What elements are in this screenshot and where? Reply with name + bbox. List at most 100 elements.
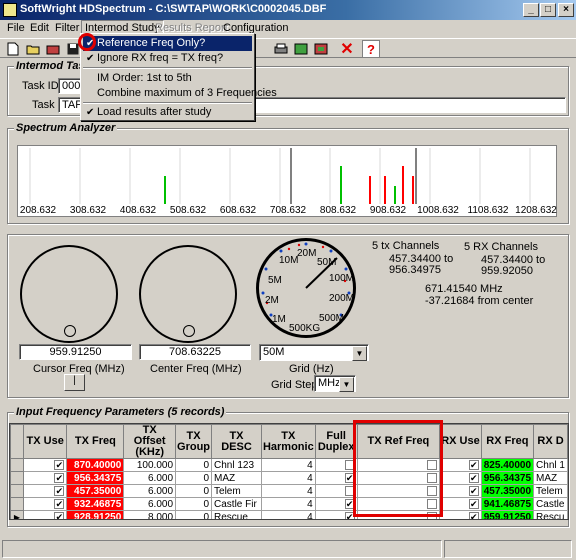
print-icon[interactable] xyxy=(272,40,290,58)
rx-use-checkbox[interactable]: ✔ xyxy=(468,511,479,519)
tx-freq-cell[interactable]: 956.34375 xyxy=(66,471,125,485)
rx-desc-cell[interactable]: Castle xyxy=(533,497,568,511)
rx-freq-cell[interactable]: 956.34375 xyxy=(480,471,535,485)
col-header[interactable]: RX Use xyxy=(439,424,482,459)
col-header[interactable]: TX Use xyxy=(22,424,68,459)
tx-freq-cell[interactable]: 932.46875 xyxy=(66,497,125,511)
tx-group-cell[interactable]: 0 xyxy=(175,458,213,472)
tx-group-cell[interactable]: 0 xyxy=(175,497,213,511)
cursor-freq-field[interactable]: 959.91250 xyxy=(19,344,132,360)
row-header[interactable] xyxy=(10,471,24,485)
minimize-button[interactable]: _ xyxy=(523,3,539,17)
rx-freq-cell[interactable]: 959.91250 xyxy=(480,510,535,519)
tx-use-checkbox[interactable]: ✔ xyxy=(54,511,65,519)
tx-desc-cell[interactable]: MAZ xyxy=(211,471,262,485)
rx-freq-cell[interactable]: 457.35000 xyxy=(480,484,535,498)
close-button[interactable]: × xyxy=(558,3,574,17)
help-icon[interactable]: ? xyxy=(362,40,380,58)
col-header[interactable]: TX DESC xyxy=(211,424,262,459)
tx-desc-cell[interactable]: Telem xyxy=(211,484,262,498)
menu-filter[interactable]: Filter xyxy=(55,22,79,34)
menu-file[interactable]: File xyxy=(7,22,25,34)
rx-use-checkbox[interactable]: ✔ xyxy=(468,485,479,496)
input-params-title: Input Frequency Parameters (5 records) xyxy=(14,406,227,418)
rx-desc-cell[interactable]: MAZ xyxy=(533,471,568,485)
tx-offset-cell[interactable]: 6.000 xyxy=(123,484,177,498)
center-button[interactable]: | xyxy=(64,374,85,391)
rx-freq-cell[interactable]: 825.40000 xyxy=(480,458,535,472)
col-header[interactable]: TX Group xyxy=(175,424,213,459)
col-header[interactable]: TX Offset (KHz) xyxy=(123,424,177,459)
tick-label: 408.632 xyxy=(119,205,157,216)
rx-desc-cell[interactable]: Rescu xyxy=(533,510,568,519)
menu-edit[interactable]: Edit xyxy=(30,22,49,34)
col-header[interactable]: TX Harmonic xyxy=(260,424,316,459)
new-icon[interactable] xyxy=(4,40,22,58)
current-row-icon[interactable]: ▶ xyxy=(10,510,24,519)
cursor-freq-dial[interactable] xyxy=(20,245,118,343)
chevron-down-icon[interactable]: ▼ xyxy=(352,346,367,361)
delete-icon[interactable]: ✕ xyxy=(338,40,356,58)
chevron-down-icon[interactable]: ▼ xyxy=(339,377,354,392)
rx-use-checkbox[interactable]: ✔ xyxy=(468,459,479,470)
col-header[interactable]: TX Freq xyxy=(66,424,125,459)
menu-item-ignore-rx[interactable]: ✔ Ignore RX freq = TX freq? xyxy=(83,51,252,66)
center-freq-label: Center Freq (MHz) xyxy=(150,363,242,375)
tx-freq-cell[interactable]: 457.35000 xyxy=(66,484,125,498)
highlight-circle xyxy=(78,33,96,51)
tx-use-checkbox[interactable]: ✔ xyxy=(54,485,65,496)
table-row[interactable]: ✔ 956.34375 6.000 0 MAZ 4 ✔ ✔ 956.34375 … xyxy=(10,471,568,485)
row-header[interactable] xyxy=(10,484,24,498)
tx-harmonic-cell[interactable]: 4 xyxy=(260,471,316,485)
tx-offset-cell[interactable]: 8.000 xyxy=(123,510,177,519)
menu-item-reference-freq-only[interactable]: ✔ Reference Freq Only? xyxy=(83,36,252,51)
row-header[interactable] xyxy=(10,458,24,472)
tx-freq-cell[interactable]: 870.40000 xyxy=(66,458,125,472)
rx-use-checkbox[interactable]: ✔ xyxy=(468,498,479,509)
tx-harmonic-cell[interactable]: 4 xyxy=(260,510,316,519)
tx-offset-cell[interactable]: 100.000 xyxy=(123,458,177,472)
menu-separator xyxy=(83,67,252,69)
rx-desc-cell[interactable]: Chnl 1 xyxy=(533,458,568,472)
rx-use-checkbox[interactable]: ✔ xyxy=(468,472,479,483)
export-icon[interactable] xyxy=(312,40,330,58)
rx-desc-cell[interactable]: Telem xyxy=(533,484,568,498)
tx-offset-cell[interactable]: 6.000 xyxy=(123,471,177,485)
tx-desc-cell[interactable]: Chnl 123 xyxy=(211,458,262,472)
table-row[interactable]: ✔ 932.46875 6.000 0 Castle Fir 4 ✔ ✔ 941… xyxy=(10,497,568,511)
tx-group-cell[interactable]: 0 xyxy=(175,471,213,485)
tx-use-checkbox[interactable]: ✔ xyxy=(54,472,65,483)
tx-use-checkbox[interactable]: ✔ xyxy=(54,498,65,509)
table-row[interactable]: ✔ 870.40000 100.000 0 Chnl 123 4 ✔ 825.4… xyxy=(10,458,568,472)
tx-freq-cell[interactable]: 928.91250 xyxy=(66,510,125,519)
tx-use-checkbox[interactable]: ✔ xyxy=(54,459,65,470)
tx-group-cell[interactable]: 0 xyxy=(175,510,213,519)
row-header[interactable] xyxy=(10,497,24,511)
tx-desc-cell[interactable]: Castle Fir xyxy=(211,497,262,511)
col-header[interactable]: RX D xyxy=(533,424,568,459)
rx-freq-cell[interactable]: 941.46875 xyxy=(480,497,535,511)
tx-offset-cell[interactable]: 6.000 xyxy=(123,497,177,511)
import-icon[interactable] xyxy=(44,40,62,58)
frequency-grid[interactable]: TX Use TX Freq TX Offset (KHz) TX Group … xyxy=(9,423,569,520)
open-icon[interactable] xyxy=(24,40,42,58)
col-header[interactable]: RX Freq xyxy=(480,424,535,459)
menu-item-im-order[interactable]: IM Order: 1st to 5th xyxy=(83,71,252,86)
col-header[interactable]: Full Duplex xyxy=(314,424,358,459)
tx-harmonic-cell[interactable]: 4 xyxy=(260,458,316,472)
table-row[interactable]: ▶ ✔ 928.91250 8.000 0 Rescue 4 ✔ ✔ 959.9… xyxy=(10,510,568,519)
menu-item-combine-max[interactable]: Combine maximum of 3 Frequencies xyxy=(83,86,277,101)
center-freq-dial[interactable] xyxy=(139,245,237,343)
table-row[interactable]: ✔ 457.35000 6.000 0 Telem 4 ✔ 457.35000 … xyxy=(10,484,568,498)
menu-item-load-results[interactable]: ✔ Load results after study xyxy=(83,105,252,120)
tx-group-cell[interactable]: 0 xyxy=(175,484,213,498)
tx-harmonic-cell[interactable]: 4 xyxy=(260,497,316,511)
report-icon[interactable] xyxy=(292,40,310,58)
grid-step-select[interactable]: MHz ▼ xyxy=(314,375,356,392)
center-freq-field[interactable]: 708.63225 xyxy=(139,344,251,360)
grid-dial[interactable]: 10M 20M 50M 100M 200M 500M 500KG 1M 2M 5… xyxy=(256,238,356,338)
tx-harmonic-cell[interactable]: 4 xyxy=(260,484,316,498)
tx-desc-cell[interactable]: Rescue xyxy=(211,510,262,519)
maximize-button[interactable]: □ xyxy=(540,3,556,17)
grid-select[interactable]: 50M ▼ xyxy=(259,344,369,361)
